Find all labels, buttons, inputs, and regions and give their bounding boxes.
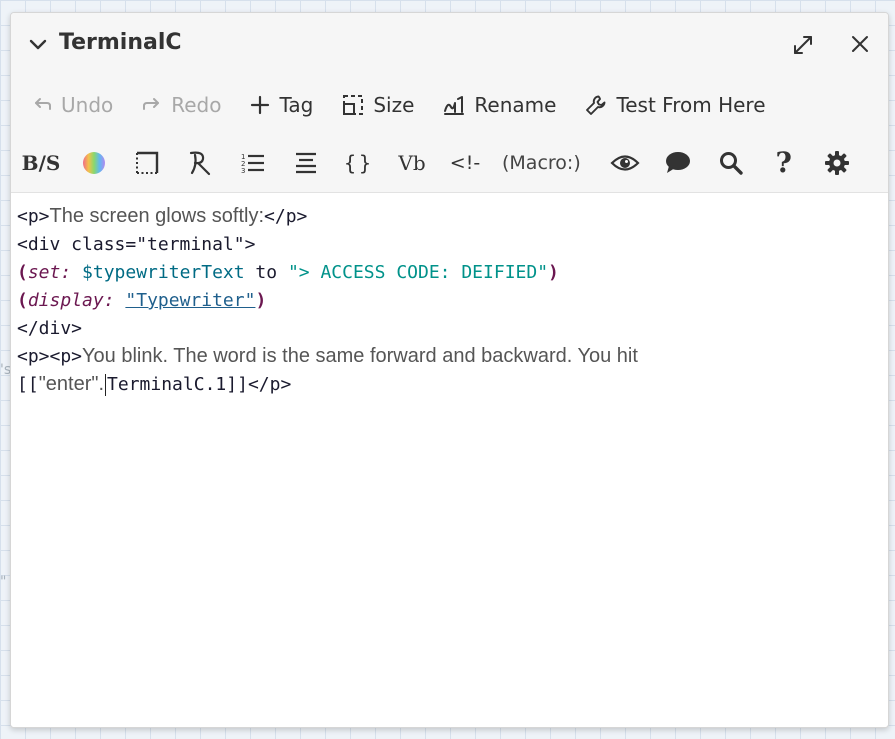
size-label: Size [373, 93, 415, 117]
bold-strike-icon: B/S [21, 150, 61, 175]
string-literal: "> ACCESS CODE: DEIFIED" [287, 262, 549, 283]
question-mark-icon: ? [775, 146, 792, 179]
redo-icon [143, 98, 160, 110]
html-tag: </p> [247, 374, 292, 395]
bold-strike-button[interactable]: B/S [21, 143, 61, 183]
tag-button[interactable]: Tag [241, 85, 321, 125]
verbatim-button[interactable]: Vb [392, 143, 432, 183]
maximize-icon [794, 36, 812, 54]
settings-button[interactable] [817, 143, 857, 183]
rename-button[interactable]: Rename [434, 85, 564, 125]
font-r-icon [189, 151, 211, 175]
help-button[interactable]: ? [764, 143, 804, 183]
undo-icon [35, 98, 51, 110]
size-button[interactable]: Size [333, 85, 422, 125]
redo-label: Redo [171, 93, 222, 117]
macro-button[interactable]: (Macro:) [498, 143, 585, 183]
prose-text: The screen glows softly: [49, 205, 265, 227]
editor-line-4: (display: "Typewriter") [17, 286, 882, 314]
html-tag: <div class="terminal"> [17, 234, 256, 255]
link-target: TerminalC.1 [107, 374, 227, 395]
variable: $typewriterText [71, 262, 245, 283]
link-text: "enter". [38, 373, 105, 395]
macro-close-paren: ) [255, 290, 267, 311]
search-icon [719, 151, 743, 175]
macro-open-paren: ( [17, 262, 28, 283]
macro-label: (Macro:) [502, 151, 581, 174]
collapse-whitespace-button[interactable]: {} [339, 143, 379, 183]
plus-icon [251, 95, 270, 115]
undo-button[interactable]: Undo [23, 85, 121, 125]
string-literal-link[interactable]: "Typewriter" [125, 290, 255, 311]
wrench-icon [586, 95, 606, 115]
eye-icon [610, 154, 640, 171]
editor-line-1: <p>The screen glows softly:</p> [17, 202, 882, 230]
html-tag: </div> [17, 318, 83, 339]
chevron-down-icon [29, 39, 47, 50]
macro-open-paren: ( [17, 290, 28, 311]
editor-line-2: <div class="terminal"> [17, 230, 882, 258]
link-close-bracket: ]] [226, 374, 248, 395]
align-center-icon [296, 152, 316, 173]
undo-label: Undo [61, 93, 114, 117]
passage-toolbar: Undo Redo Tag Size Rename Test From Here [11, 77, 888, 133]
preview-button[interactable] [605, 143, 645, 183]
keyword: to [244, 262, 288, 283]
comment-icon: <!- [449, 151, 481, 174]
macro-name: set: [27, 262, 72, 283]
signature-icon [444, 96, 465, 115]
font-style-button[interactable] [180, 143, 220, 183]
passage-text-editor[interactable]: <p>The screen glows softly:</p> <div cla… [11, 194, 888, 727]
close-button[interactable] [849, 33, 871, 55]
resize-icon [343, 95, 364, 115]
border-icon [136, 151, 159, 174]
editor-line-7: [["enter". TerminalC.1]]</p> [17, 370, 882, 398]
redo-button[interactable]: Redo [133, 85, 229, 125]
collapse-button[interactable] [27, 33, 49, 55]
link-open-bracket: [[ [17, 374, 39, 395]
html-tag: </p> [264, 206, 308, 227]
editor-line-6: <p><p>You blink. The word is the same fo… [17, 342, 882, 370]
speech-bubble-icon [665, 151, 690, 173]
colour-button[interactable] [74, 143, 114, 183]
dialog-titlebar: TerminalC [11, 13, 888, 77]
find-button[interactable] [711, 143, 751, 183]
prose-text: You blink. The word is the same forward … [82, 345, 638, 367]
test-from-here-label: Test From Here [616, 93, 766, 117]
passage-edit-dialog: TerminalC Undo Redo Tag Size Rename Test… [10, 12, 889, 728]
comments-button[interactable] [658, 143, 698, 183]
verbatim-icon: Vb [398, 150, 426, 175]
text-cursor [105, 373, 107, 396]
html-tag: <p> [17, 206, 50, 227]
harlowe-format-toolbar: B/S 1 2 3 {} Vb <!- (Macro:) ? [11, 133, 888, 193]
gear-icon [824, 150, 849, 175]
passage-title: TerminalC [59, 30, 182, 55]
list-button[interactable]: 1 2 3 [233, 143, 273, 183]
html-tag: <p><p> [17, 346, 83, 367]
align-button[interactable] [286, 143, 326, 183]
comment-button[interactable]: <!- [445, 143, 485, 183]
background-fragment: " [0, 574, 7, 590]
numbered-list-icon: 1 2 3 [241, 153, 264, 175]
maximize-button[interactable] [791, 33, 815, 57]
svg-text:3: 3 [241, 167, 245, 175]
braces-icon: {} [343, 150, 375, 175]
rename-label: Rename [474, 93, 557, 117]
macro-name: display: [27, 290, 115, 311]
border-button[interactable] [127, 143, 167, 183]
editor-line-5: </div> [17, 314, 882, 342]
tag-label: Tag [279, 93, 314, 117]
test-from-here-button[interactable]: Test From Here [576, 85, 773, 125]
close-icon [852, 36, 868, 52]
macro-close-paren: ) [548, 262, 559, 283]
editor-line-3: (set: $typewriterText to "> ACCESS CODE:… [17, 258, 882, 286]
rainbow-circle-icon [83, 151, 105, 174]
